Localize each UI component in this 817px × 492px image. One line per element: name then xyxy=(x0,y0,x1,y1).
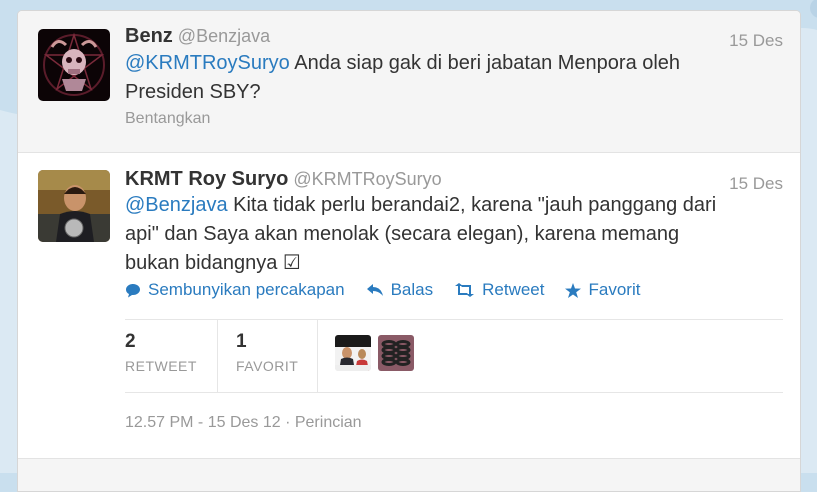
retweet-icon xyxy=(455,283,475,297)
retweeter-avatar[interactable] xyxy=(335,335,371,371)
retweet-button[interactable]: Retweet xyxy=(454,280,544,300)
details-link[interactable]: Perincian xyxy=(295,414,362,431)
favorite-stat[interactable]: 1 FAVORIT xyxy=(236,320,316,392)
author-name[interactable]: Benz @Benzjava xyxy=(125,25,270,48)
next-tweet-strip xyxy=(18,458,800,491)
favorite-label[interactable]: Favorit xyxy=(588,280,640,300)
reply-button[interactable]: Balas xyxy=(366,280,434,300)
tweet-stream: Benz @Benzjava 15 Des @KRMTRoySuryo Anda … xyxy=(17,10,801,492)
tweet-stats: 2 RETWEET 1 FAVORIT xyxy=(125,319,783,393)
skull-pentagram-icon xyxy=(38,29,110,101)
speech-bubble-icon xyxy=(126,283,140,297)
person-photo-icon xyxy=(335,335,371,371)
retweet-label[interactable]: Retweet xyxy=(482,280,544,300)
meta-separator: · xyxy=(280,414,295,431)
person-photo-icon xyxy=(38,170,110,242)
retweet-count[interactable]: 2 xyxy=(125,331,136,353)
tweet-actions: Sembunyikan percakapan Balas Retweet Fav… xyxy=(125,280,661,300)
avatar-benz[interactable] xyxy=(38,29,110,101)
stat-divider xyxy=(217,320,218,392)
author-handle[interactable]: @Benzjava xyxy=(178,26,270,46)
favoriter-avatar[interactable] xyxy=(378,335,414,371)
reply-label[interactable]: Balas xyxy=(391,280,434,300)
tweet-time[interactable]: 15 Des xyxy=(729,31,783,51)
mention-link[interactable]: @Benzjava xyxy=(125,194,228,216)
retweet-stat-label[interactable]: RETWEET xyxy=(125,358,197,374)
reply-arrow-icon xyxy=(366,284,383,296)
tweet-time[interactable]: 15 Des xyxy=(729,174,783,194)
hide-conversation-button[interactable]: Sembunyikan percakapan xyxy=(125,280,345,300)
favorite-count[interactable]: 1 xyxy=(236,331,247,353)
favorite-stat-label[interactable]: FAVORIT xyxy=(236,358,298,374)
stat-divider xyxy=(317,320,318,392)
author-display-name[interactable]: Benz xyxy=(125,25,173,47)
tweet-text: @Benzjava Kita tidak perlu berandai2, ka… xyxy=(125,191,725,278)
tweet-text: @KRMTRoySuryo Anda siap gak di beri jaba… xyxy=(125,49,725,107)
author-handle[interactable]: @KRMTRoySuryo xyxy=(293,169,441,189)
author-name[interactable]: KRMT Roy Suryo @KRMTRoySuryo xyxy=(125,168,442,191)
tweet-meta: 12.57 PM - 15 Des 12 · Perincian xyxy=(125,414,362,432)
tweet-timestamp[interactable]: 12.57 PM - 15 Des 12 xyxy=(125,414,281,431)
coil-springs-icon xyxy=(378,335,414,371)
expand-link[interactable]: Bentangkan xyxy=(125,110,210,128)
tweet-focused: KRMT Roy Suryo @KRMTRoySuryo 15 Des @Benz… xyxy=(18,153,800,491)
avatar-roy-suryo[interactable] xyxy=(38,170,110,242)
retweet-stat[interactable]: 2 RETWEET xyxy=(125,320,217,392)
star-icon xyxy=(565,282,582,298)
mention-link[interactable]: @KRMTRoySuryo xyxy=(125,52,290,74)
favorite-button[interactable]: Favorit xyxy=(565,280,640,300)
author-display-name[interactable]: KRMT Roy Suryo xyxy=(125,168,288,190)
hide-conversation-label[interactable]: Sembunyikan percakapan xyxy=(148,280,345,300)
tweet-context[interactable]: Benz @Benzjava 15 Des @KRMTRoySuryo Anda … xyxy=(18,11,800,153)
